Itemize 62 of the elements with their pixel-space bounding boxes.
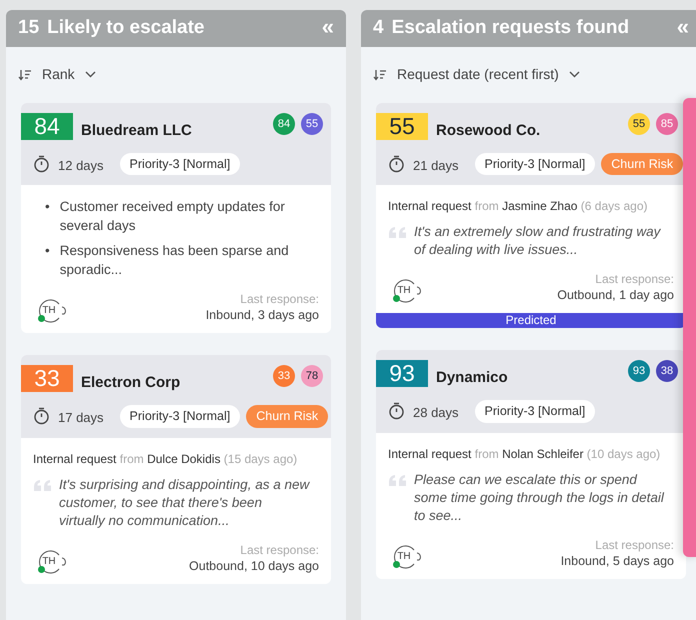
sort-icon [373, 68, 387, 80]
column-count: 15 [18, 16, 40, 40]
duration: 12 days [58, 156, 104, 175]
quote-icon [388, 226, 408, 240]
column-count: 4 [373, 16, 384, 40]
duration: 28 days [413, 404, 459, 422]
customer-quote: It's an extremely slow and frustrating way of dealing with live issues... [414, 223, 662, 260]
stopwatch-icon [33, 407, 50, 426]
stopwatch-icon [33, 154, 50, 173]
predicted-banner: Predicted [376, 313, 686, 328]
company-name: Bluedream LLC [81, 121, 192, 141]
priority-tag: Priority-3 [Normal] [474, 400, 596, 422]
customer-quote: Please can we escalate this or spend some time going through the logs in detail to see... [414, 470, 666, 524]
request-info: Internal request from Jasmine Zhao (6 days ago) [388, 198, 648, 216]
stopwatch-icon [388, 154, 405, 173]
quote-icon [33, 478, 53, 492]
escalation-card[interactable] [376, 103, 686, 328]
last-response-value: Outbound, 1 day ago [557, 287, 674, 304]
summary-bullet: Responsiveness has been sparse and sporadic... [60, 242, 290, 280]
score-badge: 84 [21, 113, 73, 140]
priority-tag: Priority-3 [Normal] [474, 152, 596, 176]
summary-bullet: Customer received empty updates for several days [60, 198, 286, 236]
company-name: Rosewood Co. [436, 121, 540, 141]
escalation-card[interactable] [376, 350, 686, 578]
priority-tag: Priority-3 [Normal] [120, 404, 240, 428]
score-badge: 93 [376, 360, 428, 388]
avatar-initials: TH [396, 552, 412, 562]
priority-tag: Priority-3 [Normal] [120, 152, 240, 176]
sort-icon [18, 68, 32, 80]
escalation-card[interactable] [21, 355, 331, 584]
bullet-marker: • [45, 198, 50, 216]
avatar-initials: TH [41, 556, 57, 566]
last-response-value: Outbound, 10 days ago [189, 558, 319, 574]
quote-icon [388, 474, 408, 486]
chevron-down-icon [568, 71, 580, 78]
request-info: Internal request from Dulce Dokidis (15 days ago) [33, 450, 298, 468]
duration: 21 days [413, 156, 459, 175]
escalation-card[interactable]: 84 Bluedream LLC 84 55 12 days Priority-3 [Normal] • Customer received empty updates for several days • Responsiveness has been sparse and sporadic... TH Last response: Inbound, 3 days ago [21, 103, 331, 334]
company-name: Electron Corp [81, 373, 180, 394]
bullet-marker: • [45, 242, 50, 260]
stopwatch-icon [388, 402, 405, 420]
last-response-value: Inbound, 5 days ago [560, 552, 674, 568]
chevron-down-icon [84, 71, 96, 78]
company-name: Dynamico [436, 368, 508, 388]
column-title: Likely to escalate [47, 16, 205, 40]
last-response-label: Last response: [594, 271, 674, 288]
avatar-initials: TH [396, 286, 412, 296]
column-title: Escalation requests found [392, 16, 630, 40]
last-response-label: Last response: [239, 542, 319, 558]
last-response-label: Last response: [594, 536, 674, 552]
churn-risk-tag: Churn Risk [246, 404, 328, 428]
last-response-value: Inbound, 3 days ago [206, 307, 319, 324]
last-response-label: Last response: [239, 291, 319, 308]
sort-dropdown[interactable]: Rank [18, 64, 96, 85]
request-info: Internal request from Nolan Schleifer (10 days ago) [388, 446, 662, 462]
sort-dropdown[interactable]: Request date (recent first) [373, 64, 580, 85]
score-badge: 33 [21, 365, 73, 392]
churn-risk-tag: Churn Risk [601, 152, 684, 176]
customer-quote: It's surprising and disappointing, as a new customer, to see that there's been virtually no communication... [59, 476, 311, 530]
score-badge: 55 [376, 113, 428, 140]
duration: 17 days [58, 408, 104, 427]
avatar-initials: TH [41, 306, 57, 316]
